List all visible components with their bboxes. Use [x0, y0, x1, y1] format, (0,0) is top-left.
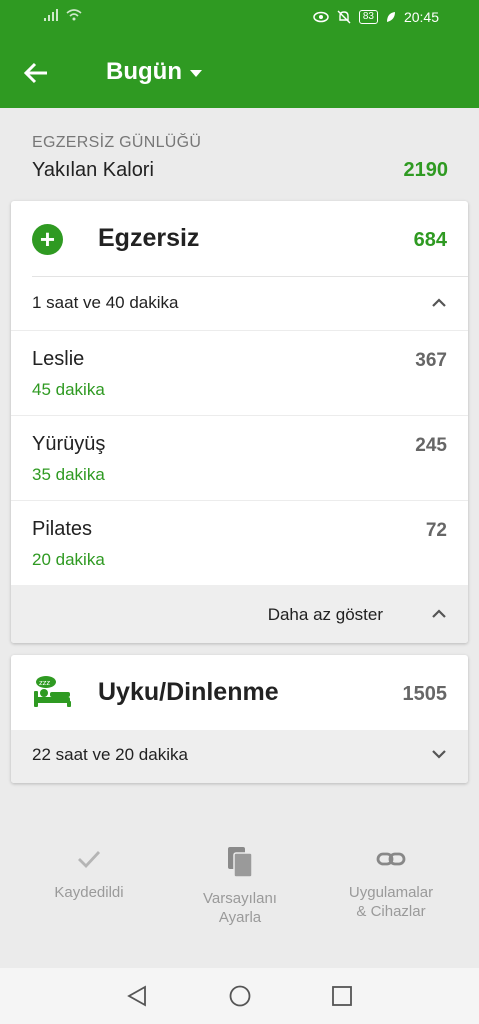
calories-burned-value: 2190: [403, 159, 449, 181]
link-icon: [376, 852, 406, 866]
sleep-total: 1505: [402, 683, 448, 705]
exercise-item-calories: 245: [415, 435, 447, 456]
signal-icon: [44, 9, 58, 21]
set-default-label-2: Ayarla: [218, 909, 262, 926]
back-arrow-icon[interactable]: [22, 58, 52, 88]
exercise-item[interactable]: Yürüyüş 35 dakika 245: [11, 415, 468, 500]
status-right: 83 20:45: [313, 9, 439, 25]
calories-burned-label: Yakılan Kalori: [32, 159, 154, 181]
mute-bell-icon: [337, 10, 351, 24]
exercise-item[interactable]: Leslie 45 dakika 367: [11, 330, 468, 415]
chevron-up-icon: [432, 609, 446, 618]
exercise-title: Egzersiz: [98, 224, 200, 252]
eye-icon: [313, 11, 329, 23]
battery-indicator: 83: [358, 10, 378, 24]
status-time: 20:45: [403, 9, 439, 25]
status-bar: 83 20:45: [0, 0, 479, 36]
chevron-up-icon: [432, 298, 446, 307]
section-label: EGZERSİZ GÜNLÜĞÜ: [32, 134, 202, 151]
page-title: Bugün: [106, 58, 182, 85]
status-left: [44, 9, 82, 21]
apps-devices-action[interactable]: Uygulamalar & Cihazlar: [326, 845, 456, 921]
exercise-item-duration: 45 dakika: [32, 380, 105, 399]
apps-devices-label-2: & Cihazlar: [356, 903, 426, 920]
apps-devices-label-1: Uygulamalar: [348, 884, 434, 901]
exercise-item-name: Yürüyüş: [32, 433, 106, 455]
exercise-item-calories: 367: [415, 350, 447, 371]
nav-recents-icon[interactable]: [330, 984, 354, 1008]
exercise-item-calories: 72: [425, 520, 447, 541]
exercise-duration-row[interactable]: 1 saat ve 40 dakika: [32, 276, 468, 330]
exercise-item-name: Leslie: [32, 348, 85, 370]
set-default-action[interactable]: Varsayılanı Ayarla: [175, 845, 305, 927]
exercise-item-duration: 35 dakika: [32, 465, 105, 484]
sleep-duration: 22 saat ve 20 dakika: [32, 745, 188, 764]
exercise-duration: 1 saat ve 40 dakika: [32, 293, 179, 312]
leaf-icon: [386, 12, 395, 22]
show-less-label: Daha az göster: [267, 605, 383, 624]
exercise-item[interactable]: Pilates 20 dakika 72: [11, 500, 468, 585]
navigation-bar: [0, 968, 479, 1024]
check-icon: [78, 851, 101, 869]
nav-back-icon[interactable]: [125, 984, 149, 1008]
chevron-down-icon: [432, 750, 446, 759]
copy-icon: [228, 847, 253, 878]
plus-icon[interactable]: +: [32, 224, 63, 255]
exercise-header: + Egzersiz 684: [11, 201, 468, 276]
date-selector[interactable]: Bugün: [106, 58, 202, 86]
exercise-item-name: Pilates: [32, 518, 93, 540]
exercise-total: 684: [413, 229, 447, 251]
caret-down-icon: [189, 70, 202, 77]
sleep-header: zzz Uyku/Dinlenme 1505: [11, 655, 468, 730]
sleep-card: zzz Uyku/Dinlenme 1505 22 saat ve 20 dak…: [11, 655, 468, 783]
nav-home-icon[interactable]: [228, 984, 252, 1008]
sleep-title: Uyku/Dinlenme: [98, 678, 279, 706]
saved-label: Kaydedildi: [54, 884, 124, 901]
set-default-label-1: Varsayılanı: [203, 890, 277, 907]
exercise-card: + Egzersiz 684 1 saat ve 40 dakika Lesli…: [11, 201, 468, 643]
svg-text:zzz: zzz: [39, 679, 50, 687]
sleep-icon: zzz: [34, 676, 71, 707]
show-less-button[interactable]: Daha az göster: [11, 585, 468, 643]
sleep-duration-row[interactable]: 22 saat ve 20 dakika: [11, 730, 468, 783]
exercise-item-duration: 20 dakika: [32, 550, 105, 569]
saved-action[interactable]: Kaydedildi: [24, 845, 154, 902]
wifi-icon: [66, 9, 82, 21]
toolbar: Bugün: [0, 36, 479, 108]
